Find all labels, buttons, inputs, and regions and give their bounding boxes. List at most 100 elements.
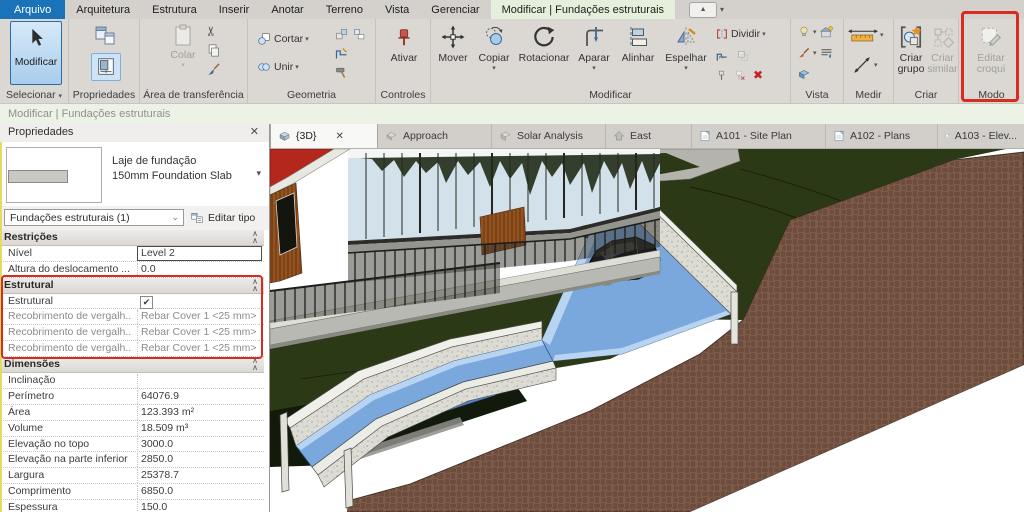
menu-arquivo[interactable]: Arquivo [0,0,66,19]
property-row-comprimento: Comprimento 6850.0 [0,484,264,501]
beam-coping-button[interactable] [352,27,367,42]
property-row-perimetro: Perímetro 64076.9 [0,388,264,405]
delete-button[interactable]: ✖ [753,68,763,82]
unpin-button[interactable] [733,69,746,82]
tab-east[interactable]: East [606,124,692,148]
trim-button[interactable]: Aparar ▾ [573,21,615,72]
cope-button[interactable] [334,46,349,61]
section-restricoes[interactable]: Restrições ∧ ∧ [0,230,264,246]
properties-palette-button[interactable] [91,23,119,49]
unpin-icon [736,70,745,81]
value-cell[interactable]: 25378.7 [137,469,262,484]
copy-button[interactable] [206,43,221,58]
menu-estrutura[interactable]: Estrutura [141,0,208,19]
join-geometry-button[interactable]: Unir ▾ [256,59,299,75]
array-icon [738,51,748,61]
panel-label-modo: Modo [978,89,1005,101]
3d-viewport[interactable] [270,149,1024,512]
paint-button[interactable] [334,65,349,80]
split-icon [717,29,727,39]
selection-filter-combo[interactable]: Fundações estruturais (1) ⌄ [4,209,184,226]
value-cell[interactable]: 0.0 [137,262,262,277]
match-properties-button[interactable] [206,62,221,77]
paste-button[interactable]: Colar ▾ [168,23,198,69]
offset-button[interactable] [715,49,729,63]
value-cell[interactable]: 64076.9 [137,389,262,404]
activate-controls-button[interactable]: Ativar [383,21,425,64]
measure-between-refs-button[interactable]: ▾ [852,55,878,75]
cut-button[interactable]: ✂ [203,23,218,39]
tab-a102-plans[interactable]: A102 - Plans [826,124,938,148]
menu-terreno[interactable]: Terreno [315,0,374,19]
array-button[interactable] [736,49,750,63]
selection-list-button[interactable] [819,46,834,61]
measure-length-button[interactable]: ▾ [848,27,884,43]
chevron-down-icon[interactable]: ▾ [720,5,724,14]
properties-toggle-button[interactable] [91,53,121,81]
section-dimensoes[interactable]: Dimensões ∧ ∧ [0,357,264,374]
menu-inserir[interactable]: Inserir [208,0,261,19]
tab-solar-analysis[interactable]: Solar Analysis [492,124,606,148]
panel-label-modificar: Modificar [589,89,632,101]
tab-a101-site-plan[interactable]: A101 - Site Plan [692,124,826,148]
edit-type-button[interactable]: Editar tipo [190,209,255,227]
status-bar: Modificar | Fundações estruturais [0,103,1024,124]
value-cell[interactable]: 2850.0 [137,453,262,468]
pin-button[interactable] [715,69,728,82]
value-cell[interactable]: 18.509 m³ [137,421,262,436]
section-estrutural[interactable]: Estrutural ∧ ∧ [0,277,264,294]
render-view-button[interactable] [819,25,834,40]
split-button[interactable]: Dividir ▾ [715,27,766,41]
value-cell[interactable]: 3000.0 [137,437,262,452]
tab-3d[interactable]: {3D} ✕ [270,124,378,148]
value-cell[interactable]: 123.393 m² [137,405,262,420]
displace-elements-button[interactable] [797,67,811,81]
type-selector[interactable]: Laje de fundação 150mm Foundation Slab ▾ [0,142,269,207]
panel-label-propriedades[interactable]: Propriedades [69,89,139,101]
tab-approach[interactable]: Approach [378,124,492,148]
coping-icon [354,29,365,40]
property-row-elevacao-inferior: Elevação na parte inferior 2850.0 [0,452,264,469]
edit-sketch-button[interactable]: Editar croqui [970,21,1012,75]
mirror-button[interactable]: Espelhar ▾ [661,21,711,72]
hammer-icon [336,67,346,78]
collapse-icon: ∧ ∧ [252,230,258,245]
cut-geometry-button[interactable]: Cortar ▾ [256,31,309,47]
create-similar-button[interactable]: Criar similar [927,21,958,75]
value-cell[interactable]: 150.0 [137,501,262,512]
override-graphics-button[interactable]: ▾ [797,46,817,60]
hide-elements-button[interactable]: ▾ [797,25,817,39]
value-cell[interactable]: Rebar Cover 1 <25 mm> [137,310,262,325]
move-button[interactable]: Mover [433,21,473,64]
estrutural-checkbox[interactable]: ✔ [140,295,153,309]
panel-label-selecionar[interactable]: Selecionar ▾ [0,89,68,101]
sheet-icon [700,131,710,141]
menu-context-tab[interactable]: Modificar | Fundações estruturais [490,0,676,19]
menu-anotar[interactable]: Anotar [260,0,314,19]
wall-opening-button[interactable] [334,27,349,42]
tab-a103-elevations[interactable]: A103 - Elev... [938,124,1024,148]
properties-panel: Propriedades ✕ Laje de fundação 150mm Fo… [0,124,270,512]
create-group-button[interactable]: Criar grupo [895,21,927,75]
value-cell[interactable] [137,374,262,389]
close-icon[interactable]: ✕ [250,125,259,138]
chevron-down-icon: ▾ [684,65,688,72]
align-button[interactable]: Alinhar [616,21,660,64]
ruler-icon [848,29,878,42]
value-cell[interactable]: Rebar Cover 1 <25 mm> [137,342,262,357]
value-cell[interactable]: Rebar Cover 1 <25 mm> [137,326,262,341]
modify-tool-button[interactable]: Modificar [10,21,62,85]
menu-vista[interactable]: Vista [374,0,420,19]
ribbon-collapse-button[interactable]: ▲ [689,1,718,18]
chevron-down-icon[interactable]: ▾ [256,168,261,179]
clipboard-paste-icon [175,24,191,46]
close-icon[interactable]: ✕ [335,131,343,142]
edit-sketch-icon [981,27,1001,46]
menu-gerenciar[interactable]: Gerenciar [420,0,490,19]
copy-element-button[interactable]: Copiar ▾ [474,21,514,72]
menu-arquitetura[interactable]: Arquitetura [65,0,141,19]
rotate-button[interactable]: Rotacionar [516,21,572,64]
value-cell[interactable]: 6850.0 [137,485,262,500]
slab-preview [8,170,68,183]
value-cell[interactable]: Level 2 [137,245,262,262]
